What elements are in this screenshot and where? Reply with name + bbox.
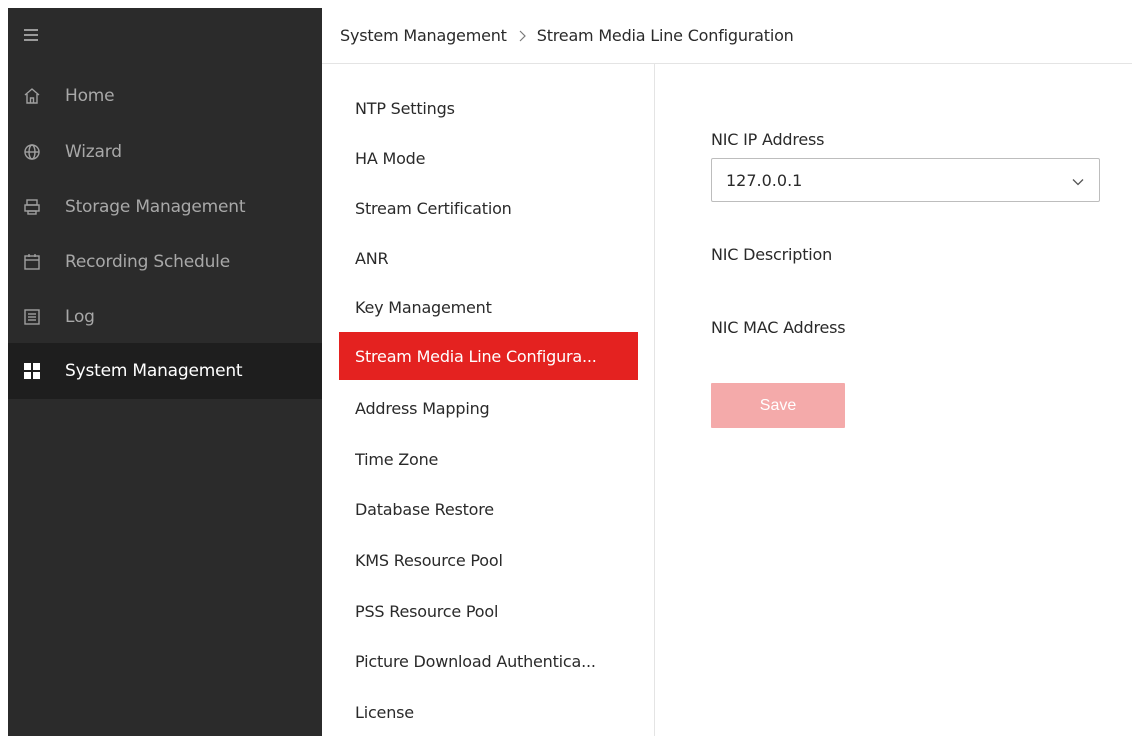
- sidebar-item-label: Log: [65, 307, 95, 327]
- home-icon: [23, 87, 41, 105]
- nic-description-label: NIC Description: [711, 245, 833, 264]
- grid-icon: [23, 362, 41, 380]
- submenu-item-label: NTP Settings: [355, 98, 455, 118]
- nic-ip-select[interactable]: 127.0.0.1: [711, 158, 1100, 202]
- settings-submenu: NTP Settings HA Mode Stream Certificatio…: [322, 64, 655, 736]
- nic-mac-label: NIC MAC Address: [711, 318, 846, 337]
- log-icon: [23, 308, 41, 326]
- sidebar-item-storage-management[interactable]: Storage Management: [8, 179, 322, 235]
- submenu-item-database-restore[interactable]: Database Restore: [339, 485, 638, 533]
- submenu-item-stream-certification[interactable]: Stream Certification: [339, 184, 638, 232]
- sidebar: Home Wizard Storage Management Recording…: [8, 8, 322, 736]
- sidebar-item-wizard[interactable]: Wizard: [8, 124, 322, 180]
- sidebar-item-system-management[interactable]: System Management: [8, 343, 322, 399]
- sidebar-item-label: Storage Management: [65, 197, 246, 217]
- breadcrumb-current: Stream Media Line Configuration: [536, 26, 794, 45]
- breadcrumb-parent[interactable]: System Management: [340, 26, 507, 45]
- nic-ip-value: 127.0.0.1: [726, 171, 803, 190]
- sidebar-item-label: Home: [65, 86, 115, 106]
- submenu-item-picture-download-authentication[interactable]: Picture Download Authentica...: [339, 637, 638, 685]
- calendar-icon: [23, 253, 41, 271]
- submenu-item-label: HA Mode: [355, 148, 426, 168]
- submenu-item-key-management[interactable]: Key Management: [339, 283, 638, 331]
- submenu-item-time-zone[interactable]: Time Zone: [339, 435, 638, 483]
- submenu-item-label: KMS Resource Pool: [355, 550, 503, 570]
- submenu-item-label: Time Zone: [355, 449, 439, 469]
- breadcrumb: System Management Stream Media Line Conf…: [322, 8, 1132, 64]
- chevron-down-icon: [1071, 174, 1085, 188]
- submenu-item-stream-media-line-configuration[interactable]: Stream Media Line Configura...: [339, 332, 638, 380]
- submenu-item-address-mapping[interactable]: Address Mapping: [339, 384, 638, 432]
- sidebar-item-log[interactable]: Log: [8, 289, 322, 345]
- submenu-item-label: ANR: [355, 248, 389, 268]
- sidebar-item-home[interactable]: Home: [8, 68, 322, 124]
- chevron-right-icon: [517, 30, 527, 42]
- sidebar-item-label: Recording Schedule: [65, 252, 230, 272]
- submenu-item-label: Address Mapping: [355, 398, 490, 418]
- submenu-item-ha-mode[interactable]: HA Mode: [339, 134, 638, 182]
- menu-toggle-icon[interactable]: [24, 29, 38, 41]
- submenu-item-kms-resource-pool[interactable]: KMS Resource Pool: [339, 536, 638, 584]
- submenu-item-anr[interactable]: ANR: [339, 234, 638, 282]
- nic-ip-label: NIC IP Address: [711, 130, 825, 149]
- sidebar-item-label: System Management: [65, 361, 243, 381]
- submenu-item-label: Database Restore: [355, 499, 494, 519]
- storage-icon: [23, 198, 41, 216]
- save-button[interactable]: Save: [711, 383, 845, 428]
- submenu-item-label: Picture Download Authentica...: [355, 651, 596, 671]
- submenu-item-license[interactable]: License: [339, 688, 638, 736]
- sidebar-item-label: Wizard: [65, 142, 122, 162]
- submenu-item-label: Stream Certification: [355, 198, 512, 218]
- submenu-item-label: PSS Resource Pool: [355, 601, 499, 621]
- submenu-item-ntp-settings[interactable]: NTP Settings: [339, 84, 638, 132]
- globe-icon: [23, 143, 41, 161]
- submenu-item-label: Stream Media Line Configura...: [355, 346, 597, 366]
- submenu-item-label: Key Management: [355, 297, 492, 317]
- submenu-item-pss-resource-pool[interactable]: PSS Resource Pool: [339, 587, 638, 635]
- submenu-item-label: License: [355, 702, 414, 722]
- sidebar-item-recording-schedule[interactable]: Recording Schedule: [8, 234, 322, 290]
